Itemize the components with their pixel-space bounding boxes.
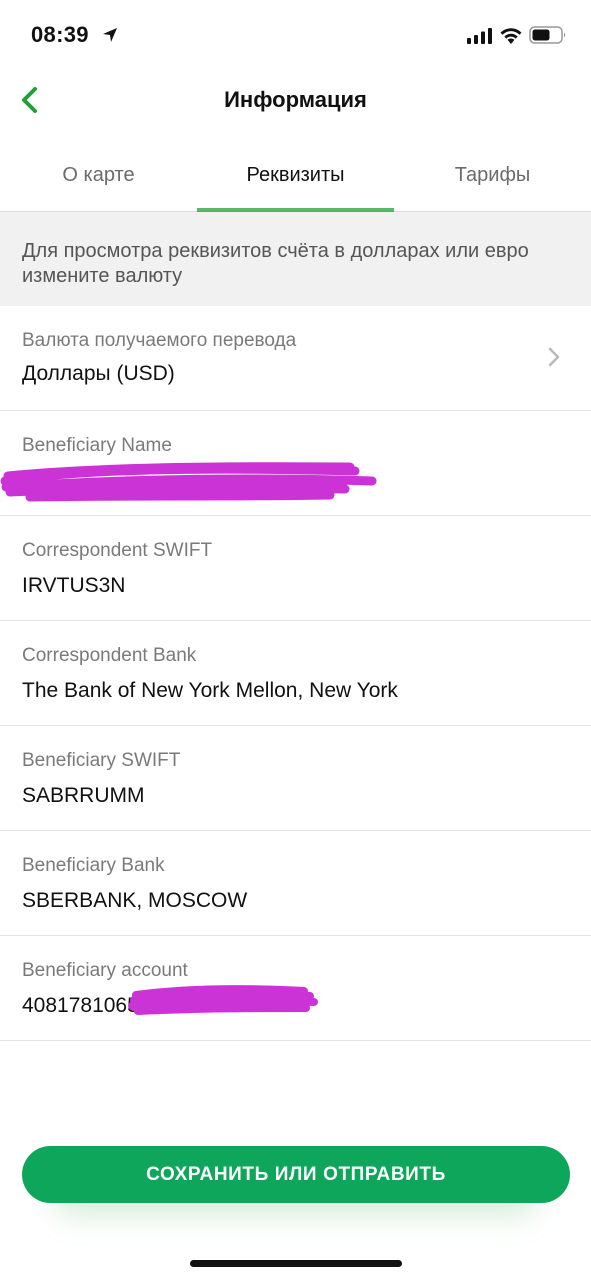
detail-label: Correspondent Bank — [22, 645, 197, 666]
wifi-icon — [500, 28, 522, 44]
detail-value: 408178106555 — [22, 994, 163, 1017]
detail-label: Beneficiary account — [22, 960, 188, 981]
beneficiary-account-row: Beneficiary account 408178106555 — [0, 936, 591, 1041]
home-indicator — [190, 1260, 402, 1267]
detail-value: SABRRUMM — [22, 784, 145, 807]
beneficiary-swift-row: Beneficiary SWIFT SABRRUMM — [0, 726, 591, 831]
battery-icon — [529, 26, 566, 44]
save-or-send-button[interactable]: СОХРАНИТЬ ИЛИ ОТПРАВИТЬ — [22, 1146, 570, 1203]
beneficiary-name-row: Beneficiary Name — [0, 411, 591, 516]
correspondent-bank-row: Correspondent Bank The Bank of New York … — [0, 621, 591, 726]
page-title: Информация — [224, 87, 367, 112]
tab-requisites[interactable]: Реквизиты — [197, 140, 394, 212]
action-button-wrap: СОХРАНИТЬ ИЛИ ОТПРАВИТЬ — [22, 1146, 570, 1216]
status-bar: 08:39 — [0, 0, 591, 70]
tab-about-card[interactable]: О карте — [0, 140, 197, 211]
beneficiary-bank-row: Beneficiary Bank SBERBANK, MOSCOW — [0, 831, 591, 936]
detail-label: Валюта получаемого перевода — [22, 330, 297, 351]
detail-label: Correspondent SWIFT — [22, 540, 213, 561]
detail-label: Beneficiary Bank — [22, 855, 165, 876]
currency-notice: Для просмотра реквизитов счёта в доллара… — [0, 212, 591, 306]
detail-label: Beneficiary Name — [22, 435, 172, 456]
currency-select-row[interactable]: Валюта получаемого перевода Доллары (USD… — [0, 306, 591, 411]
nav-bar: Информация — [0, 70, 591, 132]
correspondent-swift-row: Correspondent SWIFT IRVTUS3N — [0, 516, 591, 621]
status-time: 08:39 — [31, 22, 89, 47]
detail-value: IRVTUS3N — [22, 574, 126, 597]
tab-tariffs[interactable]: Тарифы — [394, 140, 591, 211]
chevron-right-icon — [548, 347, 560, 367]
details-list: Валюта получаемого перевода Доллары (USD… — [0, 306, 591, 1041]
tab-bar: О карте Реквизиты Тарифы — [0, 140, 591, 212]
detail-label: Beneficiary SWIFT — [22, 750, 181, 771]
location-arrow-icon — [103, 28, 117, 42]
detail-value: Доллары (USD) — [22, 362, 175, 385]
signal-icon — [467, 28, 492, 44]
detail-value: The Bank of New York Mellon, New York — [22, 679, 398, 702]
redaction-scribble — [0, 462, 377, 502]
detail-value: SBERBANK, MOSCOW — [22, 889, 248, 912]
